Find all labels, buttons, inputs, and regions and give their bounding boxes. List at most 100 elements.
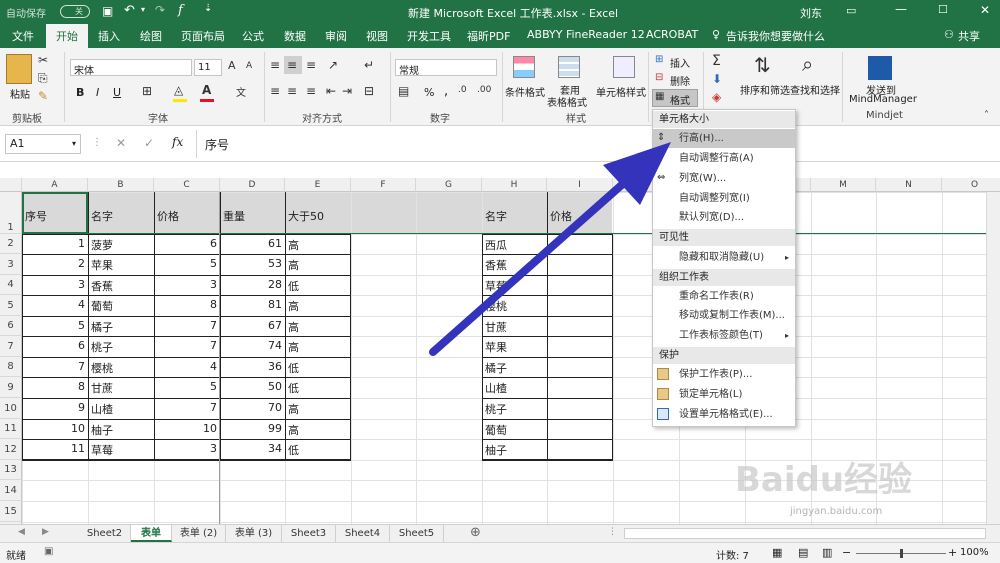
row-header[interactable]: 2 [0, 234, 22, 254]
shrink-font-icon[interactable]: A [246, 61, 252, 71]
normal-view-icon[interactable]: ▦ [772, 546, 782, 559]
menu-item-row-height[interactable]: ⇕ 行高(H)... [653, 129, 795, 148]
align-middle-icon[interactable]: ≡ [287, 58, 297, 72]
column-header[interactable]: H [482, 178, 547, 192]
menu-item-hide-unhide[interactable]: 隐藏和取消隐藏(U) ▸ [653, 248, 795, 267]
minimize-icon[interactable]: — [895, 2, 907, 16]
table2-header-cell[interactable]: 名字 [482, 208, 547, 224]
row-header[interactable]: 12 [0, 439, 22, 460]
tell-me-search[interactable]: 告诉我你想要做什么 [726, 28, 825, 44]
format-button[interactable]: 格式 [670, 92, 690, 107]
column-header[interactable]: G [416, 178, 482, 192]
fill-color-icon[interactable]: ◬ [174, 83, 183, 97]
row-header[interactable]: 8 [0, 357, 22, 377]
font-name-select[interactable]: 宋体 [70, 59, 192, 76]
fill-icon[interactable]: ⬇ [712, 72, 722, 86]
format-painter-icon[interactable]: ✎ [38, 89, 48, 103]
share-button[interactable]: 共享 [958, 28, 980, 44]
row-header[interactable]: 7 [0, 336, 22, 357]
tab-home[interactable]: 开始 [46, 24, 88, 48]
menu-item-rename-sheet[interactable]: 重命名工作表(R) [653, 287, 795, 306]
collapse-ribbon-icon[interactable]: ˄ [984, 110, 989, 121]
conditional-format-icon[interactable] [513, 56, 535, 78]
column-header[interactable]: E [285, 178, 351, 192]
autosum-icon[interactable]: Σ [712, 53, 721, 69]
mindmanager-icon[interactable] [868, 56, 892, 80]
close-icon[interactable]: ✕ [980, 3, 990, 17]
menu-item-tab-color[interactable]: 工作表标签颜色(T) ▸ [653, 326, 795, 345]
wrap-text-icon[interactable]: ↵ [364, 58, 374, 72]
align-bottom-icon[interactable]: ≡ [306, 58, 316, 72]
column-header[interactable]: M [811, 178, 876, 192]
tab-file[interactable]: 文件 [12, 28, 34, 44]
font-size-select[interactable]: 11 [194, 59, 222, 76]
font-color-icon[interactable]: A [202, 83, 211, 97]
tab-page-layout[interactable]: 页面布局 [181, 28, 225, 44]
insert-cells-button[interactable]: 插入 [670, 55, 690, 70]
cell-styles-button[interactable]: 单元格样式 [596, 84, 646, 99]
tab-foxit-pdf[interactable]: 福昕PDF [467, 28, 510, 44]
zoom-in-icon[interactable]: + [948, 546, 957, 559]
table-header-cell[interactable]: 大于50 [285, 208, 351, 224]
row-header[interactable]: 1 [0, 192, 22, 234]
sheet-tab[interactable]: Sheet2 [79, 525, 131, 542]
sheet-tab-active[interactable]: 表单 [131, 525, 172, 542]
row-header[interactable]: 10 [0, 398, 22, 419]
menu-item-default-width[interactable]: 默认列宽(D)... [653, 208, 795, 227]
tab-data[interactable]: 数据 [284, 28, 306, 44]
sheet-tab[interactable]: Sheet4 [336, 525, 390, 542]
select-all-corner[interactable] [0, 178, 22, 192]
row-header[interactable]: 6 [0, 316, 22, 336]
align-left-icon[interactable]: ≡ [270, 84, 280, 98]
copy-icon[interactable]: ⎘ [38, 71, 48, 86]
page-layout-view-icon[interactable]: ▤ [798, 546, 808, 559]
menu-item-autofit-column[interactable]: 自动调整列宽(I) [653, 189, 795, 208]
next-sheet-icon[interactable]: ▶ [42, 527, 49, 537]
merge-center-icon[interactable]: ⊟ [364, 84, 374, 98]
sheet-tab[interactable]: 表单 (2) [172, 525, 226, 542]
clear-icon[interactable]: ◈ [712, 90, 721, 104]
align-center-icon[interactable]: ≡ [287, 84, 297, 98]
confirm-entry-icon[interactable]: ✓ [144, 136, 154, 150]
column-header[interactable]: N [876, 178, 942, 192]
insert-function-icon[interactable]: fx [172, 135, 183, 149]
menu-item-format-cells[interactable]: 设置单元格格式(E)... [653, 405, 795, 424]
cut-icon[interactable]: ✂ [38, 53, 48, 67]
table-header-cell[interactable]: 序号 [22, 208, 88, 224]
menu-item-move-copy[interactable]: 移动或复制工作表(M)... [653, 306, 795, 325]
table2-header-cell[interactable]: 价格 [547, 208, 613, 224]
align-right-icon[interactable]: ≡ [306, 84, 316, 98]
tab-acrobat[interactable]: ACROBAT [646, 28, 698, 41]
maximize-icon[interactable]: ☐ [938, 3, 948, 16]
menu-item-protect-sheet[interactable]: 保护工作表(P)... [653, 365, 795, 384]
sheet-tab[interactable]: 表单 (3) [226, 525, 282, 542]
row-header[interactable]: 11 [0, 419, 22, 439]
customize-qat-icon[interactable]: ⇣ [204, 3, 212, 14]
save-icon[interactable]: ▣ [102, 4, 113, 18]
vertical-scrollbar[interactable] [986, 192, 1000, 524]
column-header[interactable]: I [547, 178, 613, 192]
align-top-icon[interactable]: ≡ [270, 58, 280, 72]
phonetic-icon[interactable]: 文 [236, 84, 246, 99]
cancel-entry-icon[interactable]: ✕ [116, 136, 126, 150]
grow-font-icon[interactable]: A [228, 59, 236, 72]
paste-button[interactable]: 粘贴 [10, 86, 30, 101]
row-header[interactable]: 4 [0, 275, 22, 295]
number-format-select[interactable]: 常规 [395, 59, 497, 76]
tab-review[interactable]: 审阅 [325, 28, 347, 44]
zoom-slider-thumb[interactable] [900, 549, 903, 558]
conditional-format-button[interactable]: 条件格式 [505, 84, 545, 99]
autosave-toggle[interactable]: 关 [60, 5, 90, 18]
column-header[interactable]: O [942, 178, 1000, 192]
find-select-button[interactable]: 查找和选择 [790, 82, 840, 97]
sheet-tab[interactable]: Sheet5 [390, 525, 444, 542]
tab-draw[interactable]: 绘图 [140, 28, 162, 44]
macro-record-icon[interactable]: ▣ [44, 546, 53, 557]
increase-decimal-icon[interactable]: .0 [458, 85, 467, 95]
tab-developer[interactable]: 开发工具 [407, 28, 451, 44]
redo-icon[interactable]: ↷ [155, 3, 165, 17]
format-as-table-icon[interactable] [558, 56, 580, 78]
tab-formulas[interactable]: 公式 [242, 28, 264, 44]
sort-filter-icon[interactable]: ⇅ [754, 53, 771, 77]
formula-input[interactable]: 序号 [196, 130, 996, 158]
